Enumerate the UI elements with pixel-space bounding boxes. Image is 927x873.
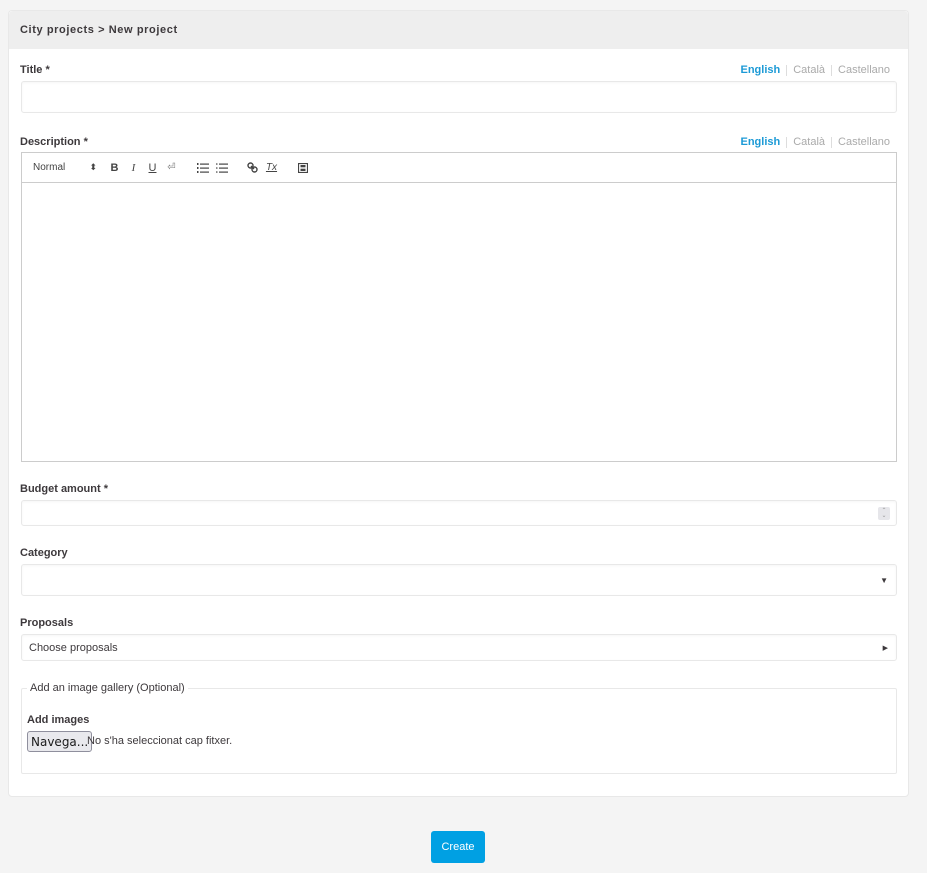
title-input[interactable] — [21, 81, 897, 113]
bullet-list-icon[interactable] — [212, 159, 231, 177]
italic-button[interactable]: I — [124, 159, 143, 177]
image-gallery-fieldset: Add an image gallery (Optional) Add imag… — [21, 682, 897, 774]
create-button[interactable]: Create — [431, 831, 485, 863]
underline-button[interactable]: U — [143, 159, 162, 177]
browse-files-button[interactable]: Navega... — [27, 731, 93, 752]
format-select-value: Normal — [33, 162, 66, 173]
image-gallery-legend: Add an image gallery (Optional) — [27, 682, 188, 694]
divider — [831, 64, 833, 76]
title-lang-catala[interactable]: Català — [793, 64, 825, 76]
description-lang-catala[interactable]: Català — [793, 136, 825, 148]
description-lang-castellano[interactable]: Castellano — [838, 136, 890, 148]
ordered-list-icon[interactable] — [193, 159, 212, 177]
linebreak-icon[interactable]: ⏎ — [162, 159, 181, 177]
bold-button[interactable]: B — [105, 159, 124, 177]
title-lang-english[interactable]: English — [740, 64, 780, 76]
title-label: Title * — [20, 64, 50, 76]
format-select[interactable]: Normal ⬍ — [33, 159, 105, 177]
new-project-form-card: City projects > New project Title * Engl… — [8, 10, 909, 797]
description-rich-text-editor: Normal ⬍ B I U ⏎ Tx — [21, 152, 897, 462]
expand-arrow-icon: ▶ — [882, 644, 888, 652]
proposals-select[interactable]: Choose proposals ▶ — [21, 634, 897, 661]
title-lang-castellano[interactable]: Castellano — [838, 64, 890, 76]
breadcrumb: City projects > New project — [20, 24, 178, 36]
link-icon[interactable] — [243, 159, 262, 177]
description-label: Description * — [20, 136, 88, 148]
budget-amount-input[interactable]: ⌃ ⌄ — [21, 500, 897, 526]
description-lang-english[interactable]: English — [740, 136, 780, 148]
divider — [831, 136, 833, 148]
video-icon[interactable] — [293, 159, 312, 177]
title-language-tabs: English Català Castellano — [740, 64, 890, 76]
category-select[interactable]: ▼ — [21, 564, 897, 596]
description-editor-content[interactable] — [22, 183, 896, 461]
divider — [786, 136, 788, 148]
spinner-down-icon[interactable]: ⌄ — [881, 513, 886, 519]
card-header: City projects > New project — [9, 11, 908, 49]
number-spinner[interactable]: ⌃ ⌄ — [878, 507, 890, 520]
dropdown-arrow-icon: ▼ — [880, 575, 888, 585]
select-arrows-icon: ⬍ — [89, 162, 97, 172]
editor-toolbar: Normal ⬍ B I U ⏎ Tx — [22, 153, 896, 183]
category-label: Category — [20, 547, 68, 559]
divider — [786, 64, 788, 76]
proposals-placeholder: Choose proposals — [29, 641, 118, 654]
budget-label: Budget amount * — [20, 483, 108, 495]
clear-format-icon[interactable]: Tx — [262, 159, 281, 177]
description-language-tabs: English Català Castellano — [740, 136, 890, 148]
no-file-selected-text: No s'ha seleccionat cap fitxer. — [87, 735, 233, 747]
proposals-label: Proposals — [20, 617, 74, 629]
add-images-label: Add images — [27, 714, 90, 726]
